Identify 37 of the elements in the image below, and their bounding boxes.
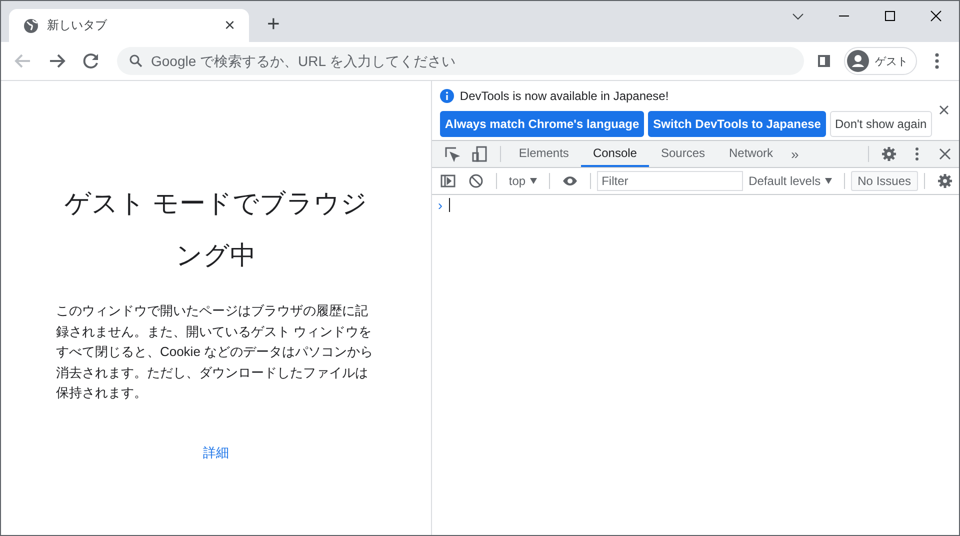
- info-icon: [440, 89, 454, 103]
- description-text: このウィンドウで開いたページはブラウザの履歴に記録されません。また、開いているゲスト ウィンドウをすべて閉じると、Cookie などのデータはパソコンから消去されます。ただし、ダウンロードしたファイルは保持されます。: [56, 302, 374, 402]
- profile-button[interactable]: ゲスト: [844, 47, 917, 75]
- inspect-icon[interactable]: [442, 145, 461, 163]
- context-dropdown[interactable]: top: [502, 173, 543, 189]
- device-toolbar-icon[interactable]: [470, 145, 489, 163]
- globe-icon: [23, 18, 39, 34]
- clear-icon[interactable]: [466, 172, 485, 190]
- devtools-tab[interactable]: Network: [717, 141, 786, 167]
- tab-title: 新しいタブ: [47, 17, 108, 34]
- page-heading: ゲスト モードでブラウジング中: [63, 187, 369, 272]
- filter-field[interactable]: Filter: [596, 171, 743, 191]
- search-icon: [129, 54, 143, 68]
- infobar-button[interactable]: Don't show again: [830, 111, 932, 137]
- dropdown-arrow-icon: [530, 178, 537, 184]
- infobar-button[interactable]: Switch DevTools to Japanese: [648, 111, 826, 137]
- sidebar-icon[interactable]: [438, 172, 457, 190]
- issues-button[interactable]: No Issues: [850, 171, 918, 191]
- avatar-icon: [847, 50, 869, 72]
- log-levels-dropdown[interactable]: Default levels: [742, 173, 838, 189]
- browser-tab[interactable]: 新しいタブ ×: [9, 9, 249, 42]
- close-icon[interactable]: [939, 105, 949, 115]
- infobar-button[interactable]: Always match Chrome's language: [440, 111, 644, 137]
- devtools-tab[interactable]: Console: [580, 141, 649, 167]
- dropdown-arrow-icon: [824, 178, 832, 184]
- close-tab-button[interactable]: ×: [220, 15, 239, 36]
- settings-icon[interactable]: [936, 172, 954, 190]
- address-bar[interactable]: Google で検索するか、URL を入力してください: [117, 47, 804, 75]
- learn-more-link[interactable]: 詳細: [202, 444, 229, 462]
- more-tabs-button[interactable]: »: [785, 145, 805, 163]
- devtools-tab[interactable]: Elements: [506, 141, 581, 167]
- new-tab-button[interactable]: +: [261, 10, 286, 38]
- prompt-chevron: ›: [438, 197, 443, 213]
- infobar-message: DevTools is now available in Japanese!: [460, 89, 669, 103]
- text-cursor: [448, 198, 450, 212]
- settings-icon[interactable]: [880, 145, 898, 163]
- devtools-tab[interactable]: Sources: [648, 141, 717, 167]
